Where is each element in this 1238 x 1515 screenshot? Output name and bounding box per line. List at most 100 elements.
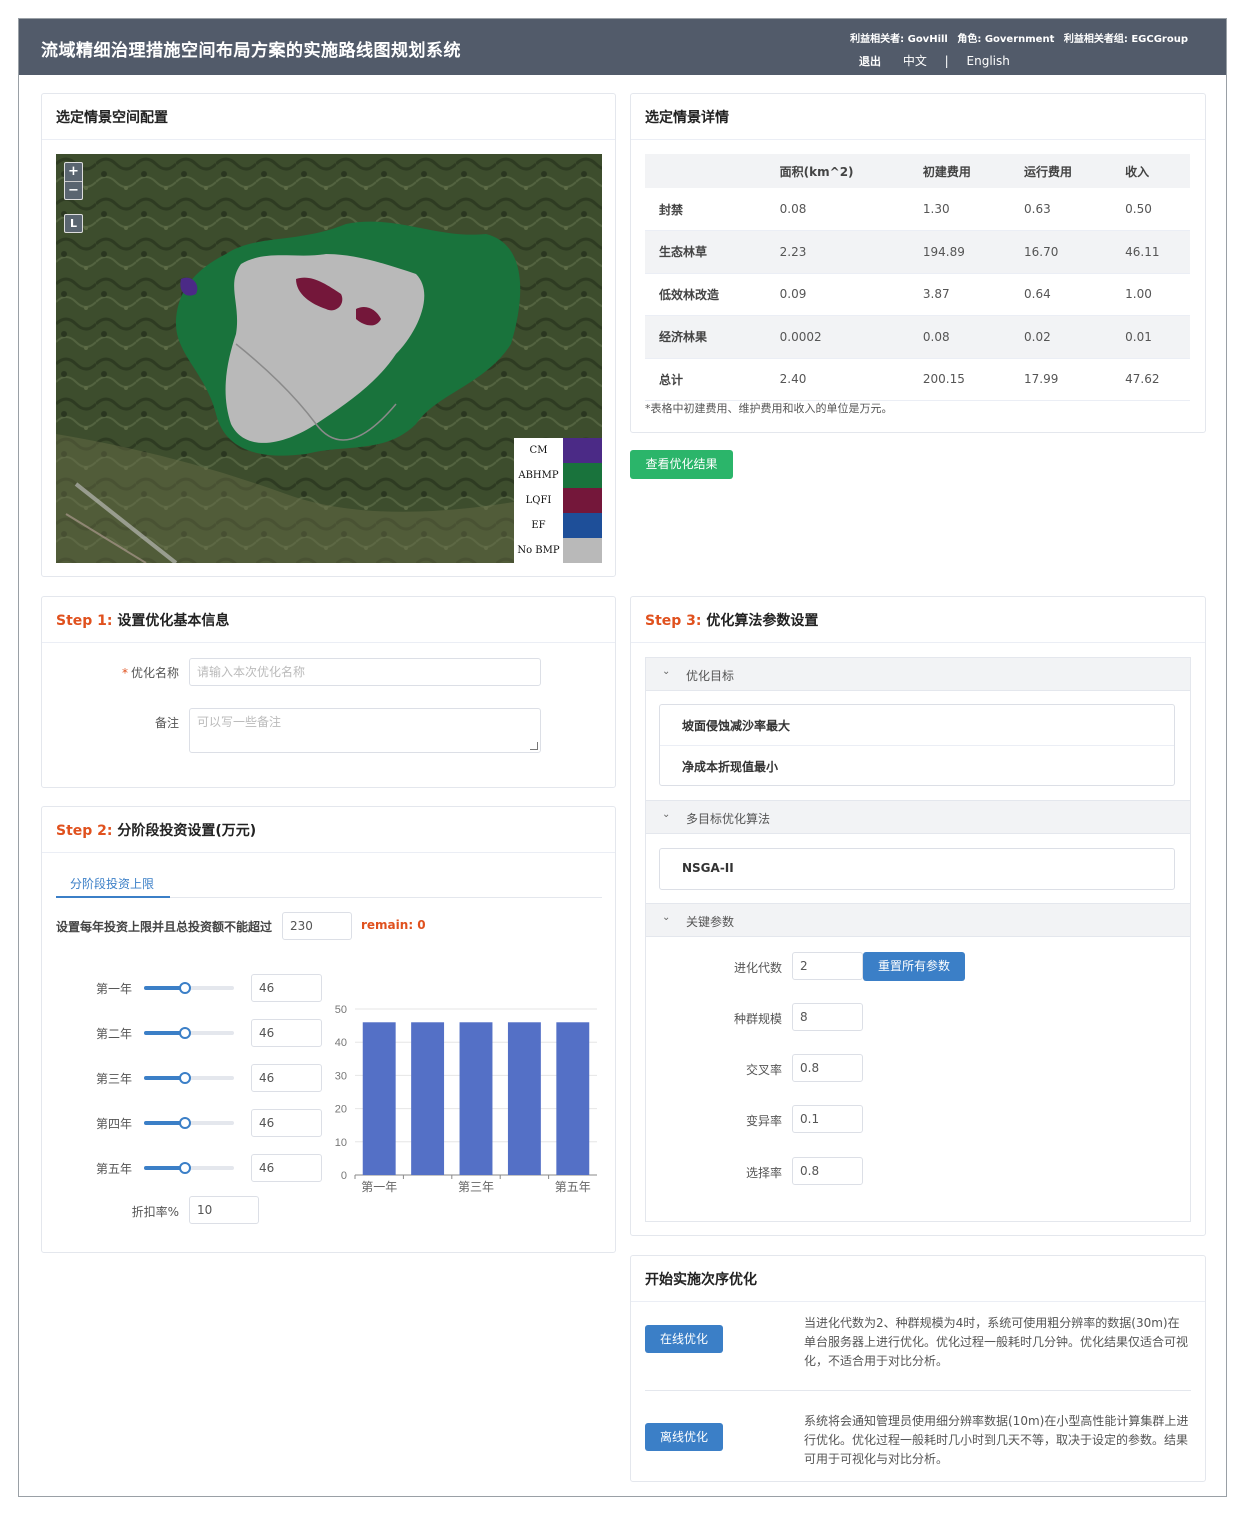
year-label: 第四年 [96, 1117, 133, 1131]
year-value-input[interactable]: 46 [251, 1019, 322, 1047]
offline-optimize-button[interactable]: 离线优化 [645, 1423, 723, 1451]
param-label: 种群规模 [733, 1012, 782, 1026]
zoom-in-button[interactable]: + [65, 163, 82, 181]
tab-invest-limit[interactable]: 分阶段投资上限 [70, 875, 154, 892]
online-description: 当进化代数为2、种群规模为4时，系统可使用粗分辨率的数据(30m)在单台服务器上… [804, 1316, 1189, 1368]
table-cell: 2.40 [765, 358, 909, 401]
algo-head-text: 多目标优化算法 [686, 812, 771, 826]
online-optimize-button[interactable]: 在线优化 [645, 1325, 723, 1353]
table-row: 生态林草 2.23 194.89 16.70 46.11 [645, 230, 1190, 274]
legend-swatch [563, 513, 602, 538]
objective-option-2[interactable]: 净成本折现值最小 [660, 745, 1174, 785]
param-input[interactable]: 0.8 [792, 1157, 863, 1185]
remark-label: 备注 [154, 716, 179, 730]
user-info: 利益相关者: GovHill 角色: Government 利益相关者组: EG… [844, 30, 1188, 45]
lang-en-link[interactable]: English [967, 54, 1010, 68]
legend-label: LQFI [525, 495, 552, 506]
param-label: 选择率 [745, 1166, 782, 1180]
year-slider[interactable] [144, 1027, 234, 1039]
param-input[interactable]: 8 [792, 1003, 863, 1031]
detail-card: 选定情景详情 面积(km^2) 初建费用 运行费用 收入 封禁 0.08 1.30 0.63… [630, 93, 1206, 433]
legend-item: EF [514, 513, 602, 538]
objective-option-1[interactable]: 坡面侵蚀减沙率最大 [660, 705, 1174, 745]
reset-params-button[interactable]: 重置所有参数 [863, 952, 965, 981]
year-slider[interactable] [144, 982, 234, 994]
row-label-cell: 生态林草 [645, 230, 766, 274]
zoom-out-button[interactable]: − [65, 181, 82, 199]
logout-link[interactable]: 退出 [859, 55, 881, 68]
scenario-map[interactable]: + − L CM ABHMP LQFI EF No BMP [56, 154, 602, 563]
view-result-button[interactable]: 查看优化结果 [630, 450, 733, 479]
year-label: 第二年 [96, 1027, 133, 1041]
table-cell: 0.50 [1111, 188, 1190, 231]
year-label: 第一年 [96, 982, 133, 996]
total-limit-input[interactable]: 230 [282, 912, 352, 940]
name-label-text: 优化名称 [130, 666, 179, 680]
slider-handle[interactable] [179, 1162, 191, 1174]
params-section-header[interactable]: ⌄ 关键参数 [645, 903, 1191, 937]
slider-handle[interactable] [179, 1117, 191, 1129]
layer-toggle-button[interactable]: L [64, 214, 83, 233]
y-tick-label: 10 [335, 1137, 347, 1149]
table-cell: 0.09 [765, 273, 909, 316]
language-bar: 退出 中文 | English [859, 52, 1024, 69]
param-input[interactable]: 0.8 [792, 1054, 863, 1082]
table-cell: 47.62 [1111, 358, 1190, 401]
year-value-input[interactable]: 46 [251, 1109, 322, 1137]
y-tick-label: 40 [335, 1037, 347, 1049]
app-title: 流域精细治理措施空间布局方案的实施路线图规划系统 [41, 41, 461, 61]
objective-section-header[interactable]: ⌄ 优化目标 [645, 657, 1191, 691]
table-cell: 2.23 [765, 230, 909, 274]
app-window: 流域精细治理措施空间布局方案的实施路线图规划系统 利益相关者: GovHill … [18, 18, 1227, 1497]
y-tick-label: 50 [335, 1004, 347, 1016]
year-slider[interactable] [144, 1162, 234, 1174]
row-label-cell: 总计 [645, 358, 766, 401]
bar[interactable] [411, 1022, 445, 1175]
year-slider[interactable] [144, 1072, 234, 1084]
table-cell: 0.0002 [765, 315, 909, 359]
zoom-control: + − [64, 162, 83, 200]
step1-heading: 设置优化基本信息 [117, 613, 230, 629]
lang-zh-link[interactable]: 中文 [903, 54, 927, 68]
step2-heading: 分阶段投资设置(万元) [117, 823, 257, 839]
table-cell: 194.89 [908, 230, 1011, 274]
stakeholder-label: 利益相关者: GovHill [850, 34, 948, 45]
algorithm-option[interactable]: NSGA-II [660, 849, 1174, 889]
table-cell: 1.30 [908, 188, 1011, 231]
param-input[interactable]: 0.1 [792, 1105, 863, 1133]
table-cell: 0.01 [1111, 315, 1190, 359]
map-card: 选定情景空间配置 + − L CM ABHMP LQFI EF No BMP [41, 93, 616, 577]
year-slider[interactable] [144, 1117, 234, 1129]
bar[interactable] [459, 1022, 493, 1175]
year-label: 第五年 [96, 1162, 133, 1176]
slider-handle[interactable] [179, 1027, 191, 1039]
resize-handle[interactable] [530, 742, 538, 750]
year-value-input[interactable]: 46 [251, 974, 322, 1002]
map-card-title: 选定情景空间配置 [42, 94, 615, 140]
y-tick-label: 20 [335, 1104, 347, 1116]
year-value-input[interactable]: 46 [251, 1154, 322, 1182]
bar[interactable] [556, 1022, 590, 1175]
year-label: 第三年 [96, 1072, 133, 1086]
legend-swatch [563, 438, 602, 463]
slider-handle[interactable] [179, 982, 191, 994]
algorithm-section-header[interactable]: ⌄ 多目标优化算法 [645, 800, 1191, 834]
start-card: 开始实施次序优化 在线优化 当进化代数为2、种群规模为4时，系统可使用粗分辨率的… [630, 1255, 1206, 1482]
legend-swatch [563, 488, 602, 513]
column-header: 收入 [1111, 154, 1190, 188]
x-tick-label: 第五年 [555, 1180, 591, 1194]
column-header: 初建费用 [908, 154, 1011, 188]
optimization-name-input[interactable]: 请输入本次优化名称 [189, 658, 541, 686]
table-cell: 46.11 [1111, 230, 1190, 274]
step3-card: Step 3: 优化算法参数设置 ⌄ 优化目标 坡面侵蚀减沙率最大 净成本折现值最… [630, 596, 1206, 1236]
discount-input[interactable]: 10 [189, 1196, 259, 1224]
remark-textarea[interactable]: 可以写一些备注 [189, 708, 541, 753]
column-header: 运行费用 [1010, 154, 1112, 188]
bar[interactable] [507, 1022, 541, 1175]
bar[interactable] [362, 1022, 396, 1175]
param-input[interactable]: 2 [792, 952, 863, 980]
column-header: 面积(km^2) [765, 154, 909, 188]
slider-handle[interactable] [179, 1072, 191, 1084]
step1-number: Step 1: [56, 613, 113, 629]
year-value-input[interactable]: 46 [251, 1064, 322, 1092]
